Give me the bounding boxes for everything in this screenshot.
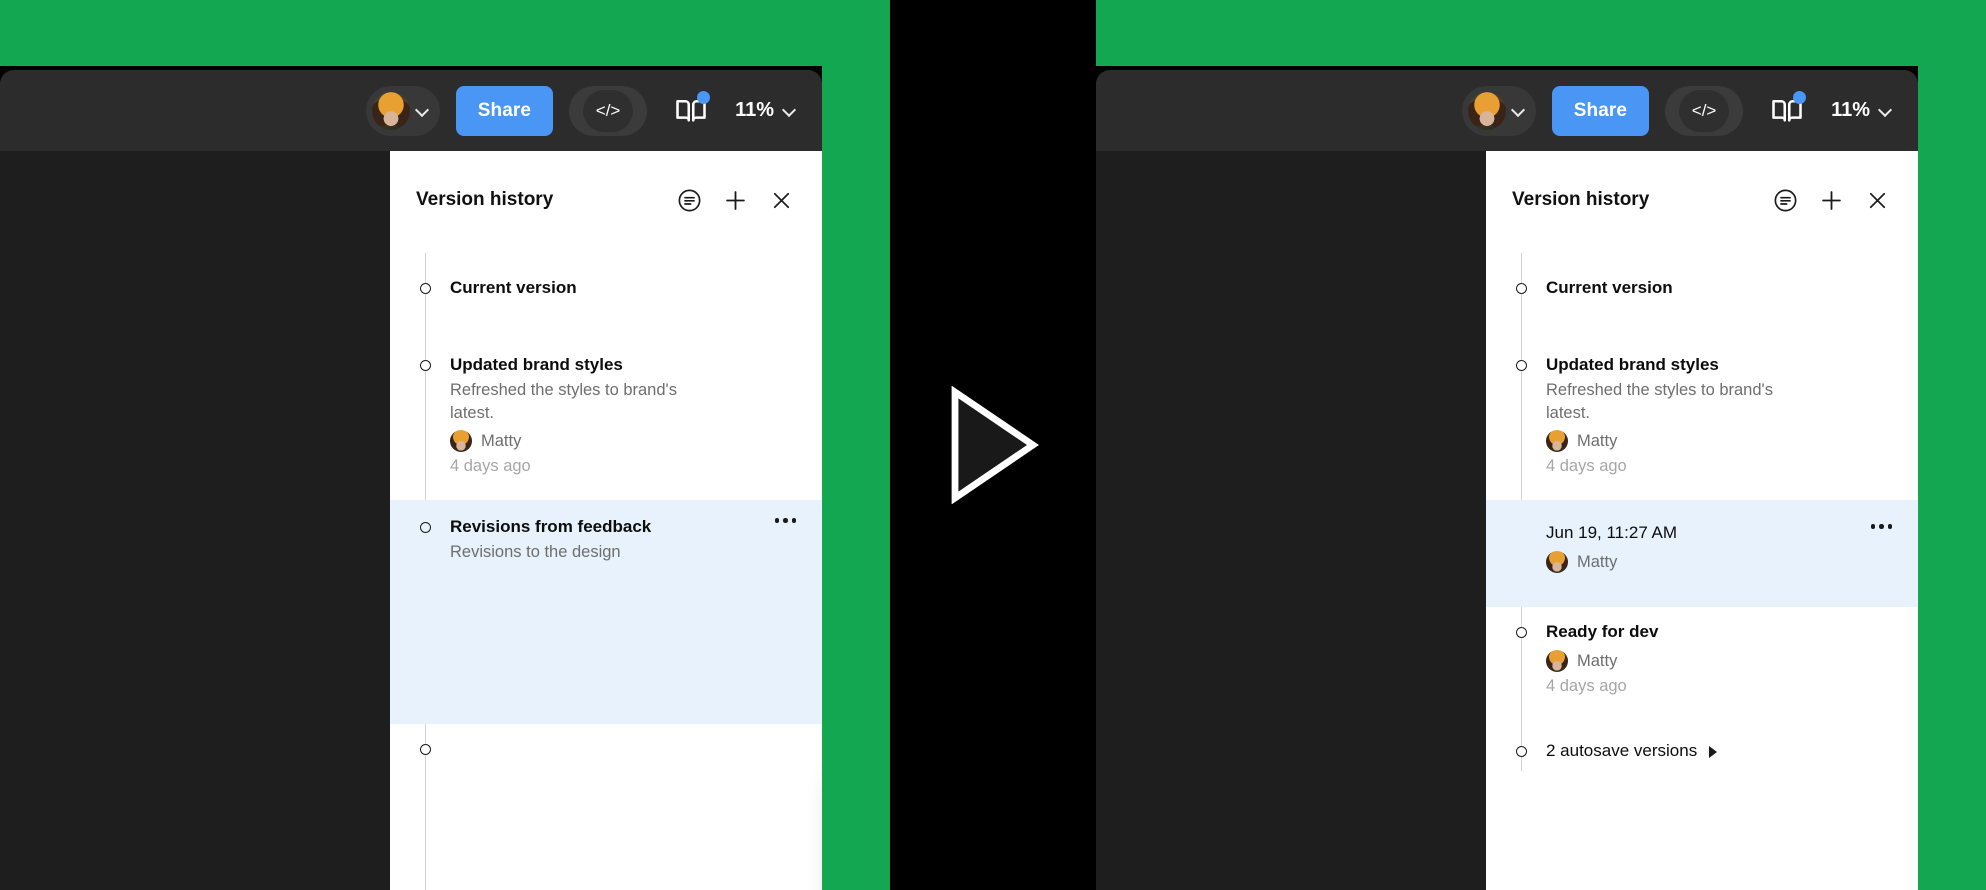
share-button[interactable]: Share (1551, 85, 1650, 136)
play-triangle-outline-icon (951, 386, 1039, 504)
dev-mode-toggle[interactable]: </> (1665, 85, 1744, 136)
close-x-icon[interactable] (1860, 183, 1894, 217)
timeline-dot (420, 522, 431, 534)
version-timestamp: 4 days ago (1546, 677, 1627, 696)
panel-header: Version history (1486, 151, 1918, 249)
timeline-dot (1516, 746, 1527, 758)
notification-dot (697, 90, 711, 104)
version-timestamp: 4 days ago (1546, 457, 1627, 476)
version-name: Current version (450, 278, 577, 297)
version-author: Matty (450, 430, 798, 453)
chevron-down-icon (783, 104, 796, 117)
version-list-left: Current version Updated brand styles Ref… (390, 249, 822, 890)
author-name: Matty (1577, 431, 1618, 450)
version-name: Current version (1546, 278, 1673, 297)
zoom-level-value: 11% (735, 99, 774, 121)
version-description: Refreshed the styles to brand's latest. (450, 380, 677, 422)
version-list-right: Current version Updated brand styles Ref… (1486, 249, 1918, 785)
green-backdrop-right (1096, 0, 1986, 66)
close-x-icon[interactable] (764, 183, 798, 217)
timeline-dot (1516, 359, 1527, 371)
filter-lines-circle-icon[interactable] (1768, 183, 1802, 217)
version-description: Revisions to the design (450, 543, 621, 562)
filter-lines-circle-icon[interactable] (672, 183, 706, 217)
author-name: Matty (1577, 552, 1618, 571)
green-strip-left (822, 0, 890, 890)
chevron-down-icon (416, 104, 429, 117)
avatar-menu-right[interactable] (1461, 85, 1536, 136)
version-list-item-selected[interactable]: Revisions from feedback Revisions to the… (390, 500, 822, 725)
version-history-panel-right: Version history Current version Updated … (1486, 151, 1918, 890)
version-name: Ready for dev (1546, 622, 1659, 642)
version-author: Matty (1546, 650, 1894, 673)
open-book-icon[interactable] (673, 90, 711, 129)
avatar (1467, 91, 1506, 130)
zoom-level-value: 11% (1831, 99, 1870, 121)
code-brackets-icon: </> (1679, 89, 1730, 132)
timeline-dot (420, 283, 431, 294)
toolbar-left: Share </> 11% (0, 70, 822, 151)
chevron-down-icon (1512, 104, 1525, 117)
caret-right-icon[interactable] (1709, 745, 1718, 758)
play-divider (890, 0, 1096, 890)
dev-mode-toggle[interactable]: </> (569, 85, 648, 136)
avatar (1546, 430, 1568, 453)
green-strip-right (1918, 0, 1986, 890)
autosave-versions-group[interactable]: 2 autosave versions (1486, 728, 1918, 785)
page-title: Version history (416, 189, 554, 210)
toolbar-right: Share </> 11% (1096, 70, 1918, 151)
version-list-item[interactable]: Updated brand styles Refreshed the style… (390, 346, 822, 500)
code-brackets-icon: </> (583, 89, 634, 132)
version-options-kebab-button[interactable] (1870, 524, 1892, 529)
version-timestamp: 4 days ago (450, 457, 531, 476)
timeline-dot (420, 744, 431, 756)
version-history-panel-left: Version history Current version Updated … (390, 151, 822, 890)
zoom-level-menu[interactable]: 11% (1831, 99, 1892, 122)
version-list-item[interactable]: Updated brand styles Refreshed the style… (1486, 346, 1918, 500)
autosave-label: 2 autosave versions (1546, 741, 1698, 761)
version-list-item[interactable] (390, 724, 822, 798)
notification-dot (1793, 90, 1807, 104)
version-name: Revisions from feedback (450, 517, 652, 537)
chevron-down-icon (1879, 104, 1892, 117)
version-list-item[interactable]: Current version (1486, 259, 1918, 346)
version-list-item[interactable]: Current version (390, 259, 822, 346)
version-name: Updated brand styles (1546, 354, 1719, 374)
page-title: Version history (1512, 189, 1650, 210)
plus-icon[interactable] (718, 183, 752, 217)
app-window-left: Share </> 11% Version history Current ve… (0, 70, 822, 890)
timeline-dot (1516, 627, 1527, 639)
timeline-dot (420, 359, 431, 371)
version-description: Refreshed the styles to brand's latest. (1546, 380, 1773, 422)
zoom-level-menu[interactable]: 11% (735, 99, 796, 122)
version-author: Matty (1546, 430, 1894, 453)
avatar (1546, 551, 1568, 574)
app-window-right: Share </> 11% Version history Current ve… (1096, 70, 1918, 890)
avatar (1546, 650, 1568, 673)
version-list-item[interactable]: Ready for dev Matty 4 days ago (1486, 607, 1918, 728)
share-button[interactable]: Share (455, 85, 554, 136)
author-name: Matty (1577, 651, 1618, 670)
avatar (450, 430, 472, 453)
version-author: Matty (1546, 551, 1894, 574)
avatar-menu-left[interactable] (365, 85, 440, 136)
version-list-item-selected[interactable]: Jun 19, 11:27 AM Matty (1486, 500, 1918, 608)
open-book-icon[interactable] (1769, 90, 1807, 129)
avatar (371, 91, 410, 130)
screenshot-stage: Share </> 11% Version history Current ve… (0, 0, 1986, 890)
plus-icon[interactable] (1814, 183, 1848, 217)
timeline-dot (1516, 283, 1527, 294)
author-name: Matty (481, 431, 522, 450)
version-name: Jun 19, 11:27 AM (1546, 523, 1678, 543)
version-name: Updated brand styles (450, 354, 623, 374)
panel-header: Version history (390, 151, 822, 249)
version-options-kebab-button[interactable] (774, 518, 796, 523)
green-backdrop-left (0, 0, 890, 66)
